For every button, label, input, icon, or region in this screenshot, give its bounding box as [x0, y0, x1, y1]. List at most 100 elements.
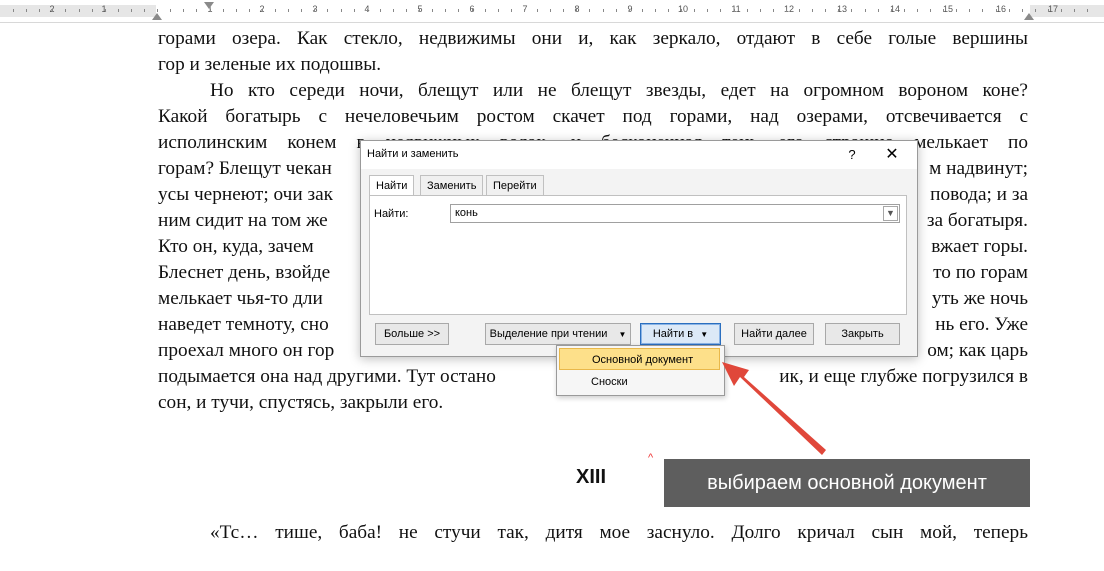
ruler-tick	[589, 9, 591, 12]
ruler-tick	[458, 9, 460, 12]
ruler-tick	[576, 9, 578, 12]
ruler-tick	[641, 9, 643, 12]
ruler-tick	[52, 9, 54, 12]
left-indent-marker[interactable]	[152, 13, 162, 20]
caret-mark: ^	[648, 452, 654, 464]
ruler-number: 17	[1047, 4, 1059, 14]
ruler-tick	[681, 9, 683, 12]
ruler-tick	[117, 9, 119, 12]
ruler-tick	[248, 9, 250, 12]
find-replace-dialog[interactable]: Найти и заменить ? ✕ Найти Заменить Пере…	[360, 140, 918, 357]
ruler-tick	[812, 9, 814, 12]
ruler-tick	[183, 9, 185, 12]
ruler-tick	[838, 9, 840, 12]
ruler-tick	[537, 9, 538, 12]
chapter-heading: XIII	[576, 466, 607, 488]
ruler-number: 15	[942, 4, 954, 14]
ruler-tick	[288, 9, 290, 12]
ruler-tick	[275, 9, 276, 12]
chevron-down-icon[interactable]: ▼	[883, 206, 898, 221]
ruler-tick	[864, 9, 866, 12]
ruler-tick	[157, 9, 159, 12]
ruler-tick	[261, 9, 263, 12]
ruler-tick	[471, 9, 473, 12]
menu-item-main-document[interactable]: Основной документ	[559, 348, 720, 370]
ruler-tick	[301, 9, 303, 12]
ruler-tick	[930, 9, 931, 12]
ruler-tick	[366, 9, 368, 12]
ruler-tick	[340, 9, 342, 12]
more-button[interactable]: Больше >>	[375, 323, 449, 345]
horizontal-ruler[interactable]: 2 1 1 2 3 4 5 6 7 8 9 10 11 12 13 14 15 …	[0, 0, 1104, 23]
ruler-tick	[1087, 9, 1089, 12]
annotation-callout: выбираем основной документ	[664, 459, 1030, 507]
find-in-button[interactable]: Найти в ▼	[640, 323, 721, 345]
ruler-tick	[314, 9, 316, 12]
ruler-tick	[602, 9, 604, 12]
ruler-tick	[39, 9, 41, 12]
find-next-button[interactable]: Найти далее	[734, 323, 814, 345]
ruler-tick	[995, 9, 997, 12]
ruler-tick	[969, 9, 971, 12]
ruler-number: 10	[677, 4, 689, 14]
ruler-tick	[65, 9, 67, 12]
ruler-margin-right	[1030, 5, 1104, 17]
ruler-tick	[956, 9, 958, 12]
ruler-tick	[982, 9, 984, 12]
ruler-tick	[91, 9, 93, 12]
ruler-tick	[825, 9, 827, 12]
ruler-tick	[130, 9, 132, 12]
ruler-tick	[196, 9, 198, 12]
ruler-tick	[523, 9, 525, 12]
tab-find[interactable]: Найти	[369, 175, 415, 196]
ruler-tick	[916, 9, 918, 12]
ruler-tick	[78, 9, 80, 12]
ruler-tick	[379, 9, 381, 12]
ruler-tick	[419, 9, 421, 12]
ruler-number: 16	[995, 4, 1007, 14]
ruler-tick	[1008, 9, 1010, 12]
ruler-tick	[144, 9, 145, 12]
close-icon[interactable]: ✕	[879, 144, 905, 166]
first-line-indent-marker[interactable]	[204, 2, 214, 9]
ruler-tick	[550, 9, 552, 12]
find-input[interactable]: конь	[450, 204, 900, 223]
text-line: горами озера. Как стекло, недвижимы они …	[158, 28, 1028, 49]
ruler-tick	[1034, 9, 1036, 12]
right-indent-marker[interactable]	[1024, 13, 1034, 20]
ruler-tick	[327, 9, 329, 12]
ruler-tick	[1061, 9, 1062, 12]
reading-highlight-button[interactable]: Выделение при чтении ▼	[485, 323, 631, 345]
tab-replace[interactable]: Заменить	[420, 175, 484, 195]
ruler-tick	[209, 9, 211, 12]
text-line: гор и зеленые их подошвы.	[158, 54, 382, 75]
chevron-down-icon: ▼	[700, 330, 709, 339]
ruler-tick	[628, 9, 630, 12]
dialog-titlebar[interactable]: Найти и заменить ? ✕	[361, 141, 917, 169]
ruler-tick	[510, 9, 512, 12]
dialog-title: Найти и заменить	[367, 148, 459, 160]
text-line: «Тс… тише, баба! не стучи так, дитя мое …	[210, 522, 1028, 543]
tab-goto[interactable]: Перейти	[486, 175, 544, 195]
ruler-tick	[785, 9, 787, 12]
find-in-dropdown-menu[interactable]: Основной документ Сноски	[556, 345, 725, 396]
close-button[interactable]: Закрыть	[825, 323, 900, 345]
ruler-tick	[222, 9, 224, 12]
ruler-tick	[943, 9, 945, 12]
ruler-tick	[654, 9, 656, 12]
ruler-tick	[1047, 9, 1049, 12]
text-line: Но кто середи ночи, блещут или не блещут…	[210, 80, 1028, 101]
ruler-tick	[772, 9, 774, 12]
ruler-tick	[432, 9, 434, 12]
menu-item-footnotes[interactable]: Сноски	[559, 371, 720, 393]
chevron-down-icon: ▼	[618, 330, 627, 339]
ruler-tick	[445, 9, 447, 12]
ruler-tick	[877, 9, 879, 12]
ruler-tick	[615, 9, 617, 12]
help-button[interactable]: ?	[841, 144, 863, 166]
reading-highlight-label: Выделение при чтении	[489, 328, 608, 340]
ruler-tick	[707, 9, 709, 12]
find-in-label: Найти в	[652, 328, 694, 340]
ruler-tick	[26, 9, 28, 12]
ruler-tick	[720, 9, 722, 12]
